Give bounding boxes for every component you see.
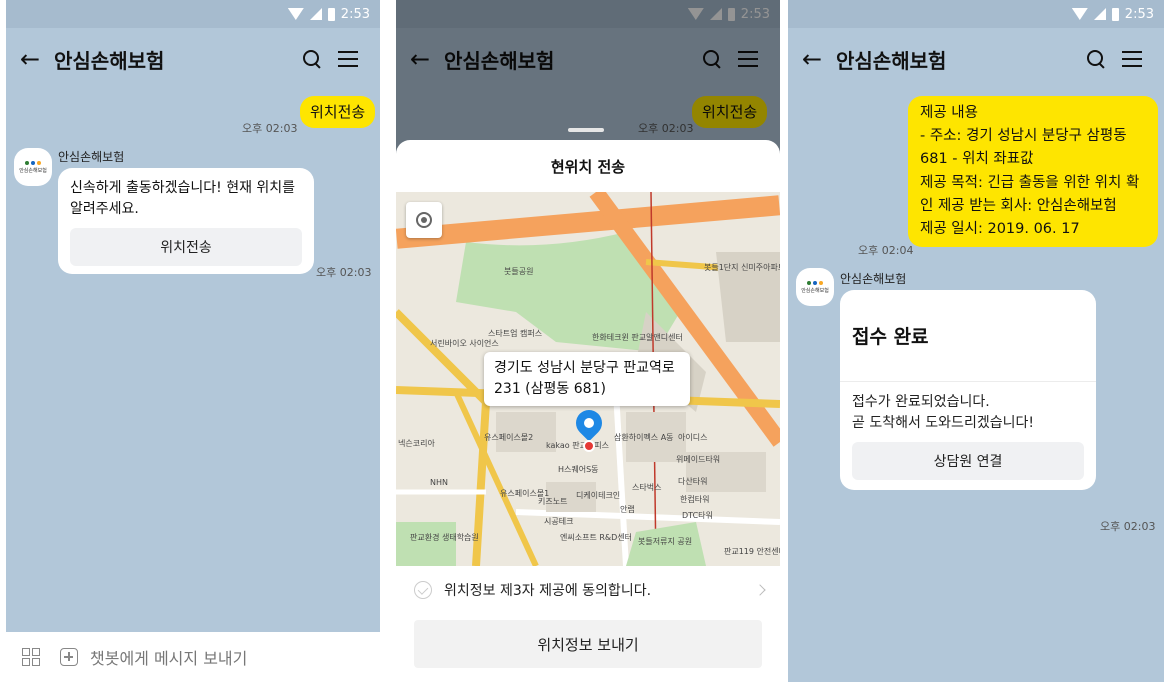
menu-grid-icon[interactable]	[22, 648, 40, 666]
bubble-line: 제공 일시: 2019. 06. 17	[920, 220, 1080, 237]
message-timestamp: 오후 02:04	[858, 244, 914, 257]
current-location-dot	[583, 440, 595, 452]
current-location-button[interactable]	[406, 202, 442, 238]
location-share-screen: 2:53 ← 안심손해보험 위치전송 오후 02:03 현위치 전송 붓들공원 …	[396, 0, 780, 682]
status-time: 2:53	[340, 6, 370, 22]
card-title: 접수 완료	[840, 290, 1096, 382]
gps-icon	[416, 212, 432, 228]
user-message-bubble: 위치전송	[300, 96, 376, 128]
bot-message-text: 신속하게 출동하겠습니다! 현재 위치를 알려주세요.	[70, 180, 296, 217]
map-view[interactable]: 붓들공원 스타트업 캠퍼스 서린바이오 사이언스 한화테크윈 판교알앤디센터 유…	[396, 192, 780, 566]
map-label: 넥슨코리아	[398, 439, 435, 448]
menu-button[interactable]	[330, 51, 366, 67]
logo-dots-icon	[25, 160, 41, 165]
map-label: kakao 판교오피스	[546, 441, 610, 450]
chevron-right-icon[interactable]	[754, 584, 766, 596]
bubble-line: 인 제공 받는 회사: 안심손해보험	[920, 197, 1117, 214]
send-location-button[interactable]: 위치정보 보내기	[414, 620, 762, 668]
bot-sender-name: 안심손해보험	[58, 150, 125, 164]
plus-icon[interactable]	[60, 648, 78, 666]
map-label: 한컴타워	[680, 495, 710, 504]
map-label: 판교환경 생태학습원	[410, 533, 479, 542]
map-label: H스퀘어S동	[558, 465, 599, 474]
location-bottom-sheet: 현위치 전송 붓들공원 스타트업 캠퍼스 서린바이오 사이언스 한화테크윈 판교…	[396, 140, 780, 682]
bubble-line: 제공 내용	[920, 105, 978, 121]
receipt-card: 접수 완료 접수가 완료되었습니다. 곧 도착해서 도와드리겠습니다! 상담원 …	[840, 290, 1096, 490]
chat-header: ← 안심손해보험	[788, 28, 1164, 90]
bubble-line: 681 - 위치 좌표값	[920, 151, 1034, 168]
battery-icon	[327, 7, 335, 21]
map-label: 엔씨소프트 R&D센터	[560, 533, 633, 542]
map-label: 스타벅스	[632, 483, 662, 492]
bubble-line: - 주소: 경기 성남시 분당구 삼평동	[920, 128, 1127, 145]
status-time: 2:53	[1124, 6, 1154, 22]
message-input[interactable]: 챗봇에게 메시지 보내기	[90, 645, 247, 669]
back-arrow-icon[interactable]: ←	[802, 45, 836, 73]
chat-screen-request: 2:53 ← 안심손해보험 위치전송 오후 02:03 안심손해보험 안심손해보…	[6, 0, 380, 682]
menu-icon	[1122, 51, 1142, 67]
status-bar: 2:53	[6, 0, 380, 28]
search-icon	[303, 50, 321, 68]
menu-button[interactable]	[1114, 51, 1150, 67]
check-circle-icon[interactable]	[414, 581, 432, 599]
search-button[interactable]	[294, 50, 330, 68]
sheet-drag-handle[interactable]	[568, 128, 604, 132]
chat-title: 안심손해보험	[54, 48, 165, 73]
chat-header: ← 안심손해보험	[6, 28, 380, 90]
map-label: 유스페이스몰2	[484, 433, 534, 442]
signal-icon	[309, 8, 322, 20]
back-arrow-icon[interactable]: ←	[20, 45, 54, 73]
logo-dots-icon	[807, 280, 823, 285]
location-send-button[interactable]: 위치전송	[70, 228, 302, 266]
signal-icon	[1093, 8, 1106, 20]
map-label: 판교119 안전센터	[724, 547, 780, 556]
message-input-bar[interactable]: 챗봇에게 메시지 보내기	[6, 632, 380, 682]
connect-agent-button[interactable]: 상담원 연결	[852, 442, 1084, 480]
bubble-line: 제공 목적: 긴급 출동을 위한 위치 확	[920, 174, 1140, 191]
user-consent-bubble: 제공 내용 - 주소: 경기 성남시 분당구 삼평동 681 - 위치 좌표값 …	[908, 96, 1158, 248]
map-label: 시공테크	[544, 517, 574, 526]
bot-message-card: 신속하게 출동하겠습니다! 현재 위치를 알려주세요. 위치전송	[58, 168, 314, 274]
bot-avatar: 안심손해보험	[14, 148, 52, 186]
card-body-line: 접수가 완료되었습니다.	[852, 394, 990, 410]
map-label: 아이디스	[678, 433, 708, 442]
address-line: 경기도 성남시 분당구 판교역로	[494, 360, 675, 376]
map-label: NHN	[430, 478, 448, 487]
map-label: 디케이테크인	[576, 491, 621, 500]
sheet-title: 현위치 전송	[550, 158, 626, 176]
map-label: 안랩	[620, 505, 635, 514]
map-label: DTC타워	[682, 511, 713, 520]
map-label: 붓들공원	[504, 267, 534, 276]
map-label: 키즈노트	[538, 497, 568, 506]
battery-icon	[1111, 7, 1119, 21]
bot-sender-name: 안심손해보험	[840, 272, 907, 286]
menu-icon	[338, 51, 358, 67]
card-body-line: 곧 도착해서 도와드리겠습니다!	[852, 415, 1034, 431]
search-button[interactable]	[1078, 50, 1114, 68]
address-popup: 경기도 성남시 분당구 판교역로 231 (삼평동 681)	[484, 352, 690, 406]
message-timestamp: 오후 02:03	[1100, 520, 1156, 533]
chat-screen-confirmed: 2:53 ← 안심손해보험 제공 내용 - 주소: 경기 성남시 분당구 삼평동…	[788, 0, 1164, 682]
map-label: 봇들저류지 공원	[638, 537, 693, 546]
message-timestamp: 오후 02:03	[316, 266, 372, 279]
map-label: 서린바이오 사이언스	[430, 339, 499, 348]
card-body: 접수가 완료되었습니다. 곧 도착해서 도와드리겠습니다!	[840, 382, 1096, 434]
address-line: 231 (삼평동 681)	[494, 381, 606, 397]
map-label: 봇들1단지 신미주아파트	[704, 263, 780, 272]
bot-avatar: 안심손해보험	[796, 268, 834, 306]
consent-row[interactable]: 위치정보 제3자 제공에 동의합니다.	[414, 580, 766, 600]
chat-title: 안심손해보험	[836, 48, 947, 73]
wifi-icon	[1071, 8, 1088, 20]
wifi-icon	[287, 8, 304, 20]
consent-label: 위치정보 제3자 제공에 동의합니다.	[444, 583, 652, 599]
map-label: 한화테크윈 판교알앤디센터	[592, 333, 683, 342]
map-label: 삼환하이펙스 A동	[614, 433, 674, 442]
map-label: 다산타워	[678, 477, 708, 486]
search-icon	[1087, 50, 1105, 68]
message-timestamp: 오후 02:03	[242, 122, 298, 135]
map-label: 위메이드타워	[676, 455, 721, 464]
status-bar: 2:53	[788, 0, 1164, 28]
